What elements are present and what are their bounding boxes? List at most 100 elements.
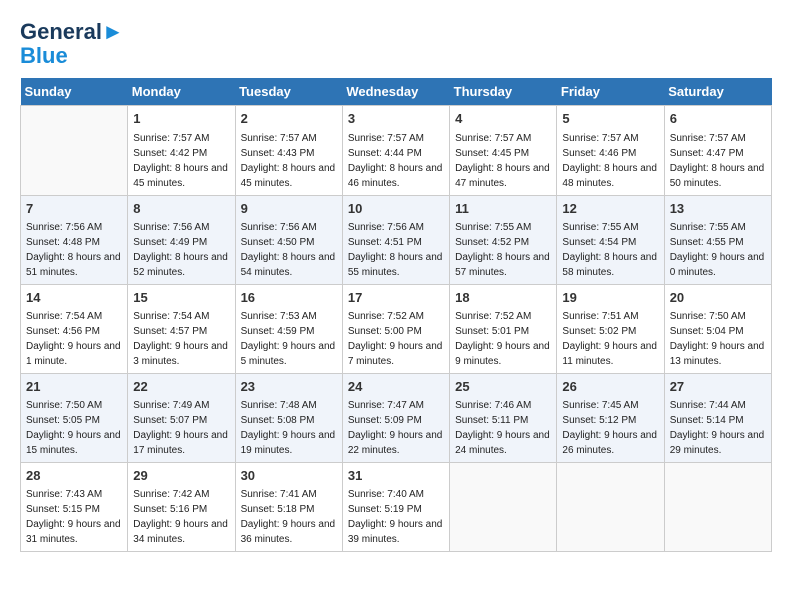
day-number: 24: [348, 378, 444, 396]
day-number: 31: [348, 467, 444, 485]
day-info: Sunrise: 7:51 AMSunset: 5:02 PMDaylight:…: [562, 309, 658, 369]
calendar-cell: 13Sunrise: 7:55 AMSunset: 4:55 PMDayligh…: [664, 195, 771, 284]
logo-blue: Blue: [20, 44, 124, 68]
calendar-cell: 15Sunrise: 7:54 AMSunset: 4:57 PMDayligh…: [128, 284, 235, 373]
page-header: General► Blue: [20, 20, 772, 68]
calendar-cell: 24Sunrise: 7:47 AMSunset: 5:09 PMDayligh…: [342, 373, 449, 462]
calendar-cell: 27Sunrise: 7:44 AMSunset: 5:14 PMDayligh…: [664, 373, 771, 462]
calendar-cell: 11Sunrise: 7:55 AMSunset: 4:52 PMDayligh…: [450, 195, 557, 284]
day-info: Sunrise: 7:46 AMSunset: 5:11 PMDaylight:…: [455, 398, 551, 458]
calendar-cell: 9Sunrise: 7:56 AMSunset: 4:50 PMDaylight…: [235, 195, 342, 284]
day-info: Sunrise: 7:56 AMSunset: 4:49 PMDaylight:…: [133, 220, 229, 280]
day-info: Sunrise: 7:50 AMSunset: 5:04 PMDaylight:…: [670, 309, 766, 369]
day-number: 18: [455, 289, 551, 307]
day-number: 27: [670, 378, 766, 396]
col-header-wednesday: Wednesday: [342, 78, 449, 106]
day-number: 21: [26, 378, 122, 396]
day-number: 19: [562, 289, 658, 307]
day-number: 16: [241, 289, 337, 307]
calendar-cell: 19 Sunrise: 7:51 AMSunset: 5:02 PMDayligh…: [557, 284, 664, 373]
calendar-cell: 6 Sunrise: 7:57 AMSunset: 4:47 PMDaylight…: [664, 106, 771, 195]
day-number: 14: [26, 289, 122, 307]
day-info: Sunrise: 7:56 AMSunset: 4:48 PMDaylight:…: [26, 220, 122, 280]
day-number: 17: [348, 289, 444, 307]
calendar-cell: [664, 463, 771, 552]
calendar-cell: 2 Sunrise: 7:57 AMSunset: 4:43 PMDaylight…: [235, 106, 342, 195]
calendar-cell: 22 Sunrise: 7:49 AMSunset: 5:07 PMDayligh…: [128, 373, 235, 462]
calendar-cell: 29Sunrise: 7:42 AMSunset: 5:16 PMDayligh…: [128, 463, 235, 552]
day-info: Sunrise: 7:53 AMSunset: 4:59 PMDaylight:…: [241, 309, 337, 369]
calendar-cell: 4Sunrise: 7:57 AMSunset: 4:45 PMDaylight…: [450, 106, 557, 195]
calendar-cell: 23 Sunrise: 7:48 AMSunset: 5:08 PMDayligh…: [235, 373, 342, 462]
day-info: Sunrise: 7:54 AMSunset: 4:57 PMDaylight:…: [133, 309, 229, 369]
calendar-cell: 10 Sunrise: 7:56 AMSunset: 4:51 PMDayligh…: [342, 195, 449, 284]
day-number: 5: [562, 110, 658, 128]
calendar-week-row: 14 Sunrise: 7:54 AMSunset: 4:56 PMDayligh…: [21, 284, 772, 373]
calendar-week-row: 21 Sunrise: 7:50 AMSunset: 5:05 PMDayligh…: [21, 373, 772, 462]
calendar-week-row: 7 Sunrise: 7:56 AMSunset: 4:48 PMDaylight…: [21, 195, 772, 284]
col-header-sunday: Sunday: [21, 78, 128, 106]
calendar-cell: 3 Sunrise: 7:57 AMSunset: 4:44 PMDaylight…: [342, 106, 449, 195]
day-number: 28: [26, 467, 122, 485]
logo: General► Blue: [20, 20, 124, 68]
calendar-cell: 8 Sunrise: 7:56 AMSunset: 4:49 PMDaylight…: [128, 195, 235, 284]
col-header-tuesday: Tuesday: [235, 78, 342, 106]
day-number: 3: [348, 110, 444, 128]
day-number: 22: [133, 378, 229, 396]
calendar-header-row: SundayMondayTuesdayWednesdayThursdayFrid…: [21, 78, 772, 106]
day-number: 26: [562, 378, 658, 396]
col-header-monday: Monday: [128, 78, 235, 106]
day-info: Sunrise: 7:49 AMSunset: 5:07 PMDaylight:…: [133, 398, 229, 458]
day-number: 10: [348, 200, 444, 218]
calendar-table: SundayMondayTuesdayWednesdayThursdayFrid…: [20, 78, 772, 552]
day-info: Sunrise: 7:55 AMSunset: 4:54 PMDaylight:…: [562, 220, 658, 280]
day-info: Sunrise: 7:57 AMSunset: 4:47 PMDaylight:…: [670, 131, 766, 191]
calendar-cell: 21 Sunrise: 7:50 AMSunset: 5:05 PMDayligh…: [21, 373, 128, 462]
day-number: 29: [133, 467, 229, 485]
calendar-cell: [21, 106, 128, 195]
day-info: Sunrise: 7:48 AMSunset: 5:08 PMDaylight:…: [241, 398, 337, 458]
calendar-cell: 31 Sunrise: 7:40 AMSunset: 5:19 PMDayligh…: [342, 463, 449, 552]
day-info: Sunrise: 7:41 AMSunset: 5:18 PMDaylight:…: [241, 487, 337, 547]
calendar-cell: 1 Sunrise: 7:57 AMSunset: 4:42 PMDaylight…: [128, 106, 235, 195]
day-number: 13: [670, 200, 766, 218]
day-info: Sunrise: 7:56 AMSunset: 4:50 PMDaylight:…: [241, 220, 337, 280]
day-info: Sunrise: 7:50 AMSunset: 5:05 PMDaylight:…: [26, 398, 122, 458]
day-info: Sunrise: 7:57 AMSunset: 4:43 PMDaylight:…: [241, 131, 337, 191]
calendar-cell: 20 Sunrise: 7:50 AMSunset: 5:04 PMDayligh…: [664, 284, 771, 373]
day-info: Sunrise: 7:52 AMSunset: 5:01 PMDaylight:…: [455, 309, 551, 369]
calendar-cell: 26 Sunrise: 7:45 AMSunset: 5:12 PMDayligh…: [557, 373, 664, 462]
calendar-cell: 16 Sunrise: 7:53 AMSunset: 4:59 PMDayligh…: [235, 284, 342, 373]
calendar-cell: 25 Sunrise: 7:46 AMSunset: 5:11 PMDayligh…: [450, 373, 557, 462]
day-info: Sunrise: 7:54 AMSunset: 4:56 PMDaylight:…: [26, 309, 122, 369]
day-number: 4: [455, 110, 551, 128]
day-number: 2: [241, 110, 337, 128]
day-number: 20: [670, 289, 766, 307]
col-header-thursday: Thursday: [450, 78, 557, 106]
day-info: Sunrise: 7:40 AMSunset: 5:19 PMDaylight:…: [348, 487, 444, 547]
day-number: 30: [241, 467, 337, 485]
col-header-saturday: Saturday: [664, 78, 771, 106]
day-number: 1: [133, 110, 229, 128]
calendar-cell: 14 Sunrise: 7:54 AMSunset: 4:56 PMDayligh…: [21, 284, 128, 373]
calendar-cell: 12Sunrise: 7:55 AMSunset: 4:54 PMDayligh…: [557, 195, 664, 284]
day-info: Sunrise: 7:45 AMSunset: 5:12 PMDaylight:…: [562, 398, 658, 458]
day-number: 7: [26, 200, 122, 218]
col-header-friday: Friday: [557, 78, 664, 106]
day-info: Sunrise: 7:57 AMSunset: 4:44 PMDaylight:…: [348, 131, 444, 191]
calendar-cell: 18 Sunrise: 7:52 AMSunset: 5:01 PMDayligh…: [450, 284, 557, 373]
day-number: 11: [455, 200, 551, 218]
day-number: 25: [455, 378, 551, 396]
calendar-cell: [450, 463, 557, 552]
calendar-cell: 5Sunrise: 7:57 AMSunset: 4:46 PMDaylight…: [557, 106, 664, 195]
calendar-cell: 7 Sunrise: 7:56 AMSunset: 4:48 PMDaylight…: [21, 195, 128, 284]
day-number: 8: [133, 200, 229, 218]
day-info: Sunrise: 7:57 AMSunset: 4:42 PMDaylight:…: [133, 131, 229, 191]
day-number: 6: [670, 110, 766, 128]
logo-text: General►: [20, 20, 124, 44]
calendar-cell: 30 Sunrise: 7:41 AMSunset: 5:18 PMDayligh…: [235, 463, 342, 552]
calendar-cell: [557, 463, 664, 552]
day-number: 23: [241, 378, 337, 396]
day-info: Sunrise: 7:43 AMSunset: 5:15 PMDaylight:…: [26, 487, 122, 547]
day-info: Sunrise: 7:56 AMSunset: 4:51 PMDaylight:…: [348, 220, 444, 280]
